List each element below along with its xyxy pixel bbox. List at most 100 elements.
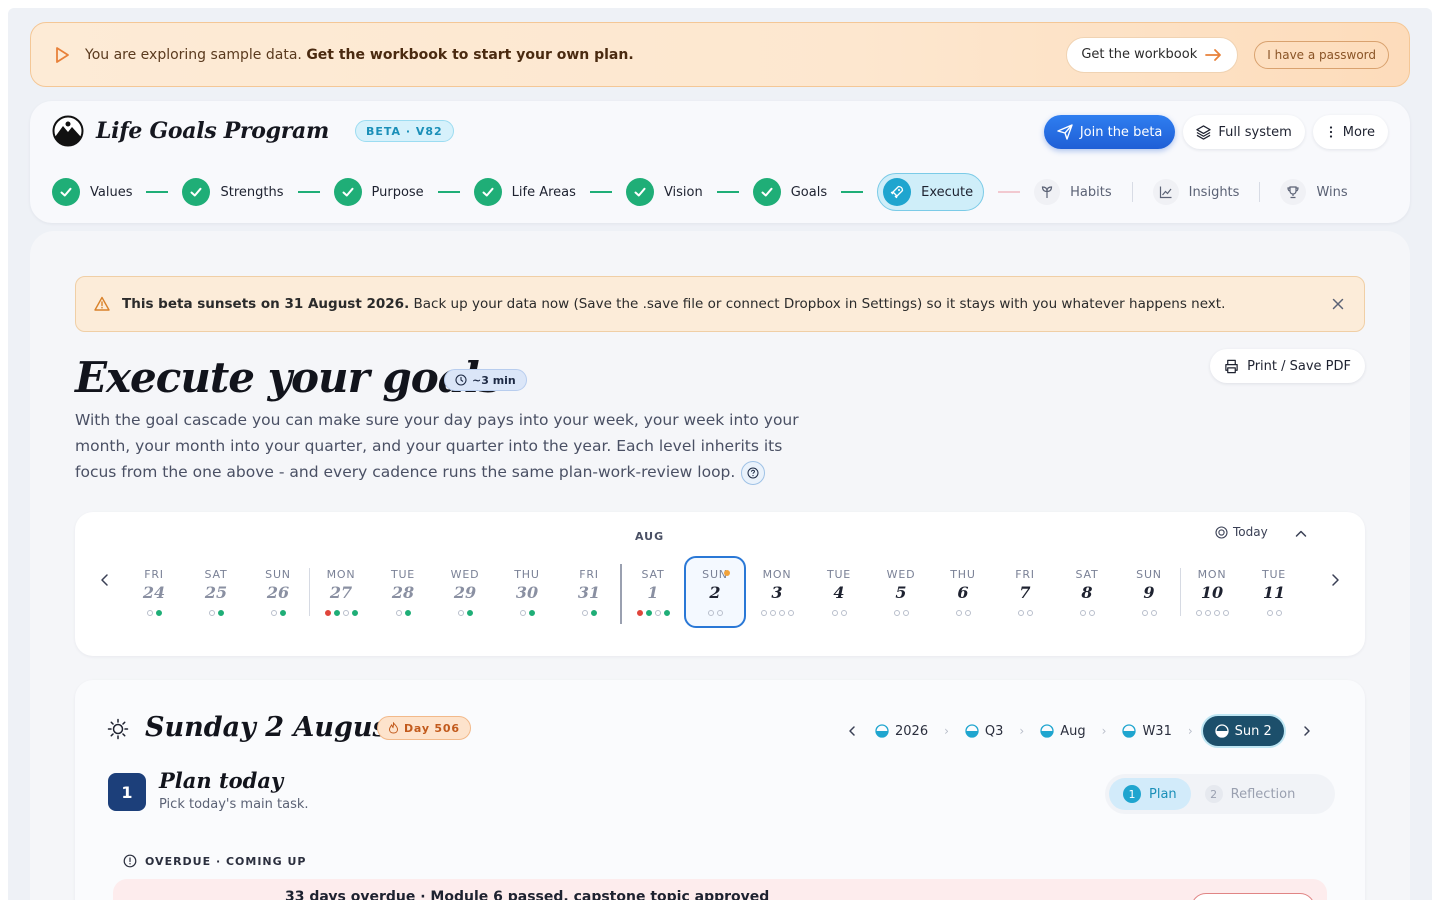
warning-icon xyxy=(94,296,110,311)
progress-circle-icon xyxy=(1122,724,1137,738)
day-count-chip: Day 506 xyxy=(377,716,471,740)
chevron-up-icon[interactable] xyxy=(1293,526,1309,542)
day-cell[interactable]: THU 6 xyxy=(932,556,994,628)
arrow-right-icon xyxy=(1205,48,1222,61)
get-workbook-label: Get the workbook xyxy=(1081,47,1198,62)
help-icon[interactable] xyxy=(741,460,766,485)
day-cell[interactable]: SUN 9 xyxy=(1118,556,1180,628)
crumb-quarter[interactable]: Q3 xyxy=(959,724,1010,739)
step-values[interactable]: Values xyxy=(52,178,132,206)
progress-circle-icon xyxy=(1040,724,1054,738)
full-system-button[interactable]: Full system xyxy=(1183,115,1305,149)
password-button[interactable]: I have a password xyxy=(1254,40,1389,69)
day-cell[interactable]: SAT 8 xyxy=(1056,556,1118,628)
sample-data-message: You are exploring sample data. Get the w… xyxy=(85,46,634,63)
day-cell[interactable]: WED 5 xyxy=(870,556,932,628)
calendar-month-label: AUG xyxy=(635,530,665,543)
tab-reflection[interactable]: 2 Reflection xyxy=(1191,778,1310,810)
day-cell[interactable]: TUE 4 xyxy=(808,556,870,628)
chevron-right-icon[interactable] xyxy=(1327,572,1343,588)
crumb-month[interactable]: Aug xyxy=(1034,724,1091,739)
step-label: Vision xyxy=(663,184,703,200)
day-cell[interactable]: THU 30 xyxy=(496,556,558,628)
today-label: Today xyxy=(1233,525,1268,539)
brand[interactable]: Life Goals Program BETA · V82 xyxy=(52,115,454,147)
step-connector xyxy=(589,191,612,193)
day-cell[interactable]: MON 27 xyxy=(310,556,372,628)
step-connector xyxy=(998,191,1021,193)
step-connector xyxy=(297,191,320,193)
day-cell[interactable]: SUN 26 xyxy=(247,556,309,628)
today-button[interactable]: Today xyxy=(1215,525,1268,539)
duration-chip: ~3 min xyxy=(444,369,527,391)
chart-line-icon xyxy=(1152,179,1179,205)
join-beta-button[interactable]: Join the beta xyxy=(1043,115,1176,149)
day-cell[interactable]: MON 3 xyxy=(746,556,808,628)
plan-today-subtitle: Pick today's main task. xyxy=(159,797,309,812)
phase-tabs: 1 Plan 2 Reflection xyxy=(1105,774,1335,814)
chevron-left-icon[interactable] xyxy=(97,572,113,588)
step-execute[interactable]: Execute xyxy=(877,173,985,211)
more-label: More xyxy=(1342,124,1375,140)
step-label: Life Areas xyxy=(511,184,576,200)
day-cell[interactable]: FRI 31 xyxy=(558,556,620,628)
day-cell[interactable]: MON 10 xyxy=(1181,556,1243,628)
day-title: Sunday 2 August xyxy=(145,712,401,743)
step-wins[interactable]: Wins xyxy=(1280,179,1348,205)
progress-circle-icon xyxy=(965,724,979,738)
step-strengths[interactable]: Strengths xyxy=(182,178,284,206)
crumb-day[interactable]: Sun 2 xyxy=(1202,716,1284,746)
more-button[interactable]: More xyxy=(1312,115,1388,149)
get-workbook-button[interactable]: Get the workbook xyxy=(1066,36,1239,73)
layers-icon xyxy=(1196,124,1212,140)
more-vertical-icon xyxy=(1329,126,1332,138)
day-count-label: Day 506 xyxy=(404,721,460,735)
overdue-item[interactable]: 33 days overdue · Module 6 passed, capst… xyxy=(113,879,1327,900)
chevron-left-icon[interactable] xyxy=(845,724,859,738)
print-save-pdf-button[interactable]: Print / Save PDF xyxy=(1210,349,1365,383)
crumb-year[interactable]: 2026 xyxy=(869,724,934,739)
step-insights[interactable]: Insights xyxy=(1152,179,1240,205)
day-cell[interactable]: SAT 1 xyxy=(622,556,684,628)
day-cell[interactable]: TUE 28 xyxy=(372,556,434,628)
paper-plane-icon xyxy=(1057,124,1073,140)
step-label: Execute xyxy=(921,184,974,200)
check-icon xyxy=(52,178,80,206)
trophy-icon xyxy=(1280,179,1307,205)
duration-label: ~3 min xyxy=(472,373,516,387)
chevron-right-icon[interactable] xyxy=(1300,724,1314,738)
day-cell[interactable]: SAT 25 xyxy=(185,556,247,628)
step-label: Insights xyxy=(1188,184,1240,200)
check-icon xyxy=(625,178,654,206)
close-icon[interactable] xyxy=(1330,296,1346,312)
day-cell-selected[interactable]: SUN 2 xyxy=(684,556,746,628)
flame-icon xyxy=(388,722,399,734)
calendar-strip: AUG Today FRI 24 SAT 25 SUN 26 MON 27 TUE 28 … xyxy=(75,512,1365,656)
rocket-icon xyxy=(883,178,912,206)
today-indicator xyxy=(724,570,730,576)
overdue-action-button[interactable] xyxy=(1191,893,1315,900)
sunset-message: This beta sunsets on 31 August 2026. Bac… xyxy=(122,296,1226,312)
divider xyxy=(1131,182,1133,202)
crumb-week[interactable]: W31 xyxy=(1116,724,1177,739)
day-cell[interactable]: WED 29 xyxy=(434,556,496,628)
header: Life Goals Program BETA · V82 Join the b… xyxy=(30,101,1410,223)
step-goals[interactable]: Goals xyxy=(752,178,827,206)
step-purpose[interactable]: Purpose xyxy=(333,178,424,206)
step-label: Purpose xyxy=(371,184,424,200)
step-life-areas[interactable]: Life Areas xyxy=(473,178,576,206)
tab-plan[interactable]: 1 Plan xyxy=(1109,778,1191,810)
day-list: FRI 24 SAT 25 SUN 26 MON 27 TUE 28 WED 29 THU 3… xyxy=(123,556,1305,628)
step-vision[interactable]: Vision xyxy=(625,178,703,206)
step-connector xyxy=(841,191,864,193)
sunset-warning-banner: This beta sunsets on 31 August 2026. Bac… xyxy=(75,276,1365,332)
progress-circle-icon xyxy=(1215,724,1229,738)
day-cell[interactable]: FRI 24 xyxy=(123,556,185,628)
progress-circle-icon xyxy=(875,724,889,738)
main-panel: This beta sunsets on 31 August 2026. Bac… xyxy=(30,231,1410,900)
day-cell[interactable]: TUE 11 xyxy=(1243,556,1305,628)
day-cell[interactable]: FRI 7 xyxy=(994,556,1056,628)
step-label: Habits xyxy=(1070,184,1112,200)
step-habits[interactable]: Habits xyxy=(1034,179,1112,205)
step-connector xyxy=(146,191,169,193)
